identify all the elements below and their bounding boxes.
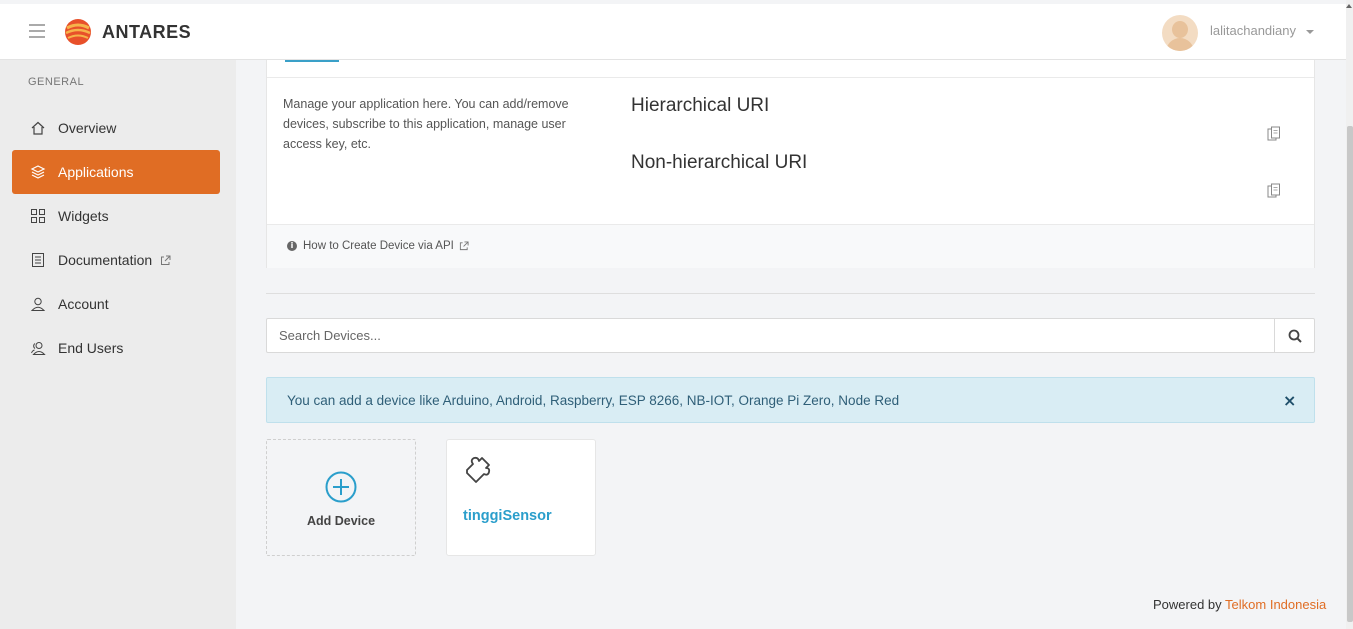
non-hierarchical-uri-label: Non-hierarchical URI xyxy=(631,152,808,173)
telkom-indonesia-link[interactable]: Telkom Indonesia xyxy=(1225,597,1326,612)
scrollbar-thumb[interactable] xyxy=(1347,126,1353,622)
footer-prefix: Powered by xyxy=(1153,597,1222,612)
vertical-scrollbar[interactable] xyxy=(1346,0,1353,629)
search-bar xyxy=(266,318,1315,353)
sidebar-item-label: Applications xyxy=(58,164,134,180)
sidebar-heading: GENERAL xyxy=(28,76,85,88)
external-link-icon xyxy=(459,241,469,251)
sidebar-item-overview[interactable]: Overview xyxy=(12,106,220,150)
search-devices-input[interactable] xyxy=(267,319,1275,352)
sidebar: GENERAL Overview Applications Widgets Do… xyxy=(0,60,236,629)
grid-icon xyxy=(30,208,46,224)
create-device-api-link[interactable]: i How to Create Device via API xyxy=(287,240,469,252)
scroll-up-arrow-icon[interactable] xyxy=(1346,4,1352,8)
user-icon xyxy=(30,296,46,312)
menu-icon[interactable] xyxy=(29,24,45,38)
sidebar-item-applications[interactable]: Applications xyxy=(12,150,220,194)
sidebar-item-account[interactable]: Account xyxy=(12,282,220,326)
add-device-label: Add Device xyxy=(306,514,376,528)
application-info-card: Manage your application here. You can ad… xyxy=(266,60,1315,268)
sidebar-item-label: Documentation xyxy=(58,252,153,268)
external-link-icon xyxy=(161,255,171,265)
hierarchical-uri-label: Hierarchical URI xyxy=(631,95,770,116)
sidebar-item-widgets[interactable]: Widgets xyxy=(12,194,220,238)
sidebar-item-label: Overview xyxy=(58,120,117,136)
book-icon xyxy=(30,252,46,268)
top-navbar: ANTARES lalitachandiany xyxy=(0,4,1346,60)
info-icon: i xyxy=(287,241,297,251)
username[interactable]: lalitachandiany xyxy=(1210,23,1296,38)
copy-icon[interactable] xyxy=(1267,126,1281,142)
create-device-api-link-label: How to Create Device via API xyxy=(303,240,454,252)
brand-name[interactable]: ANTARES xyxy=(102,22,191,43)
active-tab-indicator xyxy=(285,60,339,62)
search-icon xyxy=(1288,329,1302,343)
home-icon xyxy=(30,120,46,136)
info-alert: You can add a device like Arduino, Andro… xyxy=(266,377,1315,423)
sidebar-item-label: Account xyxy=(58,296,109,312)
search-button[interactable] xyxy=(1274,319,1314,352)
card-footer: i How to Create Device via API xyxy=(267,224,1314,268)
sidebar-item-documentation[interactable]: Documentation xyxy=(12,238,220,282)
close-icon[interactable]: × xyxy=(1283,391,1296,410)
plus-circle-icon xyxy=(325,471,357,503)
chevron-down-icon[interactable] xyxy=(1306,30,1314,34)
sidebar-item-label: End Users xyxy=(58,340,124,356)
antares-logo[interactable] xyxy=(64,18,92,46)
add-device-button[interactable]: Add Device xyxy=(266,439,416,556)
page-footer: Powered by Telkom Indonesia xyxy=(1153,597,1326,612)
users-icon xyxy=(30,340,46,356)
section-divider xyxy=(266,293,1315,294)
avatar[interactable] xyxy=(1162,15,1198,51)
puzzle-icon xyxy=(466,456,491,483)
alert-message: You can add a device like Arduino, Andro… xyxy=(287,393,900,408)
layers-icon xyxy=(30,164,46,180)
device-card[interactable]: tinggiSensor xyxy=(446,439,596,556)
card-divider xyxy=(267,77,1314,78)
device-name: tinggiSensor xyxy=(463,508,552,524)
application-description: Manage your application here. You can ad… xyxy=(283,97,569,151)
sidebar-item-label: Widgets xyxy=(58,208,109,224)
sidebar-item-end-users[interactable]: End Users xyxy=(12,326,220,370)
copy-icon[interactable] xyxy=(1267,183,1281,199)
